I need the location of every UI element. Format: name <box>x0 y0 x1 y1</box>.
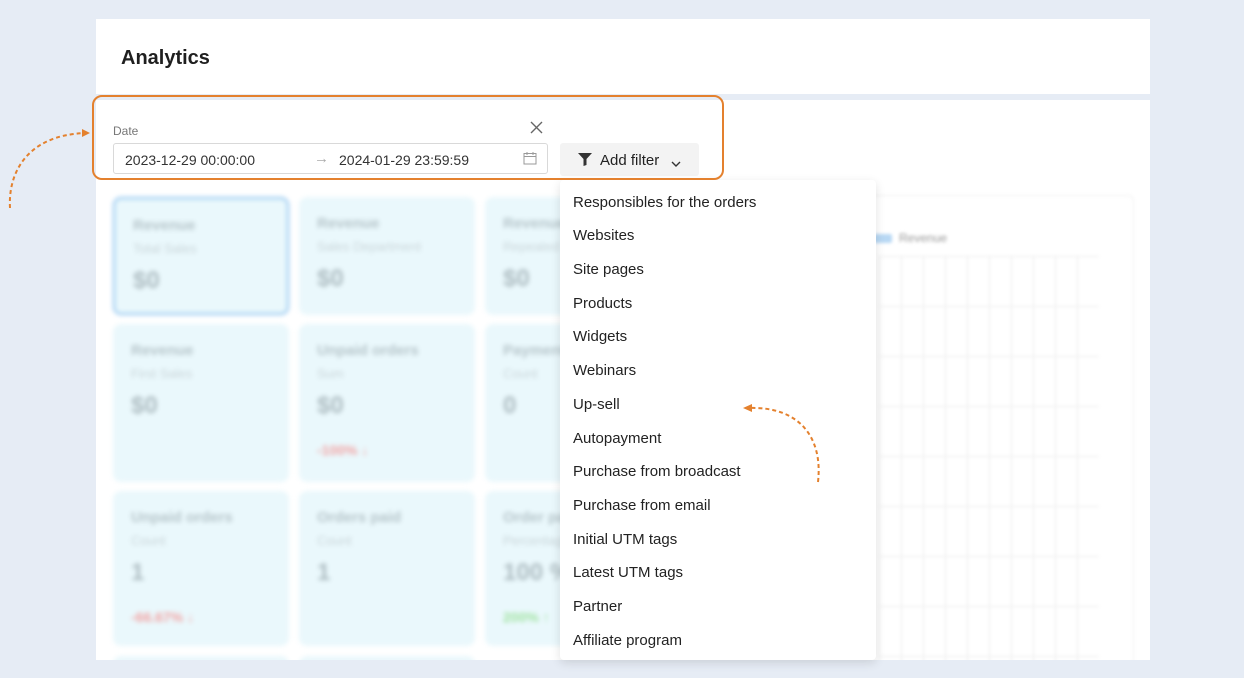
menu-item-webinars[interactable]: Webinars <box>573 362 636 379</box>
card-subtitle: Repeated <box>503 239 560 254</box>
card-title: Revenue <box>503 215 566 232</box>
card-title: Unpaid orders <box>131 509 233 526</box>
card-subtitle: Count <box>317 533 352 548</box>
card-title: Revenue <box>317 215 380 232</box>
metric-card[interactable]: Unpaid orders Count 1 -66.67% ↓ <box>113 491 289 646</box>
legend-label: Revenue <box>899 231 948 245</box>
menu-item-affiliate-program[interactable]: Affiliate program <box>573 632 682 649</box>
card-value: $0 <box>503 265 530 292</box>
menu-item-autopayment[interactable]: Autopayment <box>573 430 661 447</box>
menu-item-websites[interactable]: Websites <box>573 227 634 244</box>
card-title: Unpaid orders <box>317 342 419 359</box>
page-title: Analytics <box>121 47 210 69</box>
metric-card[interactable]: Revenue Total Sales $0 <box>113 197 289 315</box>
date-filter-highlight <box>92 95 724 180</box>
card-subtitle: Sum <box>317 366 344 381</box>
menu-item-site-pages[interactable]: Site pages <box>573 261 644 278</box>
card-value: $0 <box>317 265 344 292</box>
menu-item-purchase-from-broadcast[interactable]: Purchase from broadcast <box>573 463 741 480</box>
metric-card[interactable]: Orders paid Count 1 <box>299 491 475 646</box>
card-title: Orders paid <box>317 509 402 526</box>
annotation-arrow-right <box>743 404 820 483</box>
chart-grid <box>879 256 1099 660</box>
metric-card[interactable] <box>299 656 475 660</box>
card-value: 0 <box>503 392 517 419</box>
metric-card[interactable] <box>113 656 289 660</box>
card-value: 1 <box>131 559 145 586</box>
card-delta: -66.67% ↓ <box>131 609 195 625</box>
card-subtitle: Total Sales <box>133 241 197 256</box>
metric-card[interactable]: Revenue First Sales $0 <box>113 324 289 482</box>
revenue-chart: Revenue <box>866 195 1134 660</box>
card-title: Revenue <box>131 342 194 359</box>
card-subtitle: First Sales <box>131 366 193 381</box>
card-value: $0 <box>317 392 344 419</box>
annotation-arrow-left <box>8 129 90 209</box>
card-subtitle: Count <box>503 366 538 381</box>
card-delta: -100% ↓ <box>317 442 369 458</box>
menu-item-latest-utm-tags[interactable]: Latest UTM tags <box>573 564 683 581</box>
menu-item-widgets[interactable]: Widgets <box>573 328 627 345</box>
menu-item-responsibles[interactable]: Responsibles for the orders <box>573 194 756 211</box>
menu-item-initial-utm-tags[interactable]: Initial UTM tags <box>573 531 677 548</box>
card-subtitle: Sales Department <box>317 239 422 254</box>
card-value: 1 <box>317 559 331 586</box>
card-subtitle: Count <box>131 533 166 548</box>
card-value: $0 <box>131 392 158 419</box>
card-value: $0 <box>133 267 160 294</box>
header-card: Analytics <box>96 19 1150 94</box>
menu-item-up-sell[interactable]: Up-sell <box>573 396 620 413</box>
card-title: Revenue <box>133 217 196 234</box>
menu-item-partner[interactable]: Partner <box>573 598 622 615</box>
card-delta: 200% ↑ <box>503 609 550 625</box>
menu-item-products[interactable]: Products <box>573 295 632 312</box>
metric-card[interactable]: Revenue Sales Department $0 <box>299 197 475 315</box>
menu-item-purchase-from-email[interactable]: Purchase from email <box>573 497 711 514</box>
metric-card[interactable]: Unpaid orders Sum $0 -100% ↓ <box>299 324 475 482</box>
